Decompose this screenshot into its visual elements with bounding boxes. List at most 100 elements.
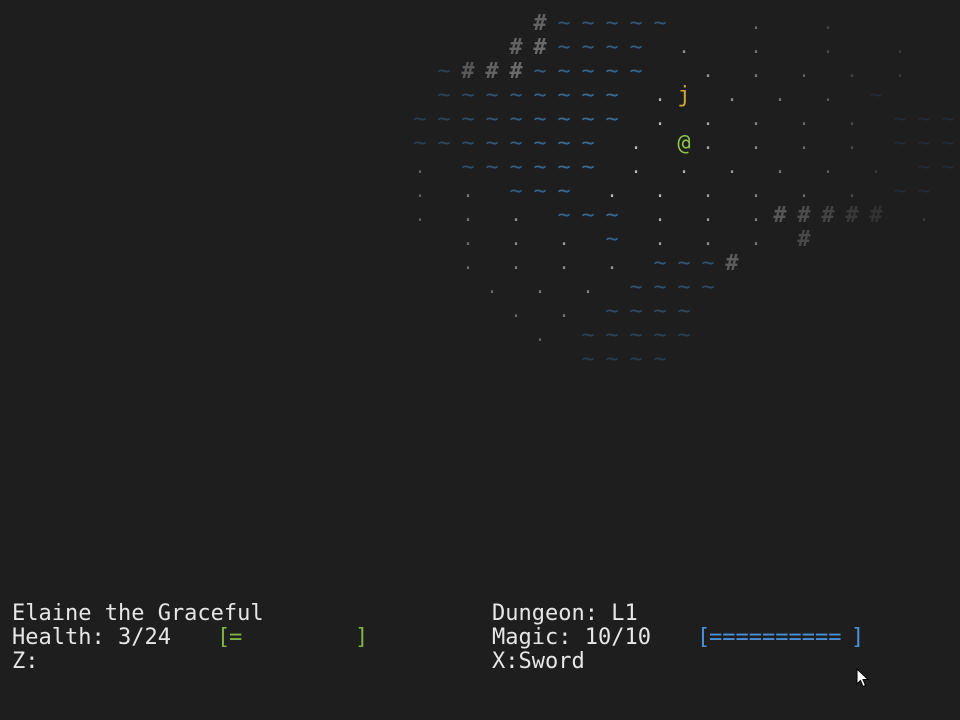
floor-tile: .	[750, 229, 762, 250]
water-tile: ~	[485, 155, 499, 180]
water-tile: ~	[581, 107, 595, 132]
water-tile: ~	[557, 35, 571, 60]
character-name: Elaine the Graceful	[12, 601, 264, 626]
player-character: @	[677, 131, 691, 156]
floor-tile: .	[414, 181, 426, 202]
water-tile: ~	[581, 11, 595, 36]
water-tile: ~	[701, 275, 715, 300]
floor-tile: .	[558, 253, 570, 274]
wall-tile: #	[845, 203, 859, 228]
floor-tile: .	[654, 109, 666, 130]
water-tile: ~	[893, 131, 907, 156]
water-tile: ~	[461, 155, 475, 180]
floor-tile: .	[654, 229, 666, 250]
water-tile: ~	[605, 203, 619, 228]
water-tile: ~	[413, 131, 427, 156]
floor-tile: .	[918, 205, 930, 226]
floor-tile: .	[726, 85, 738, 106]
floor-tile: .	[630, 133, 642, 154]
floor-tile: .	[654, 205, 666, 226]
water-tile: ~	[653, 11, 667, 36]
water-tile: ~	[437, 59, 451, 84]
floor-tile: .	[702, 205, 714, 226]
water-tile: ~	[557, 203, 571, 228]
water-tile: ~	[533, 131, 547, 156]
water-tile: ~	[461, 83, 475, 108]
water-tile: ~	[941, 107, 955, 132]
water-tile: ~	[677, 275, 691, 300]
floor-tile: .	[654, 85, 666, 106]
wall-tile: #	[821, 203, 835, 228]
floor-tile: .	[750, 181, 762, 202]
floor-tile: .	[894, 61, 906, 82]
magic-bar-close: ]	[851, 625, 865, 650]
game-screen[interactable]: # ~ ~ ~ ~ ~.. # # ~ ~ ~ ~.... ~ # # # ~ ~ ~ ~ ~..... ~ ~ ~ ~ ~ ~ ~ ~…	[0, 0, 960, 720]
x-slot-label: X:Sword	[492, 649, 585, 674]
wall-tile: #	[461, 59, 475, 84]
floor-tile: .	[510, 253, 522, 274]
floor-tile: .	[774, 157, 786, 178]
water-tile: ~	[917, 155, 931, 180]
floor-tile: .	[510, 205, 522, 226]
water-tile: ~	[557, 155, 571, 180]
floor-tile: .	[558, 229, 570, 250]
floor-tile: .	[702, 229, 714, 250]
water-tile: ~	[437, 131, 451, 156]
floor-tile: .	[510, 301, 522, 322]
water-tile: ~	[581, 155, 595, 180]
water-tile: ~	[485, 107, 499, 132]
floor-tile: .	[462, 253, 474, 274]
water-tile: ~	[677, 323, 691, 348]
floor-tile: .	[750, 13, 762, 34]
wall-tile: #	[797, 203, 811, 228]
water-tile: ~	[629, 59, 643, 84]
water-tile: ~	[653, 323, 667, 348]
floor-tile: .	[750, 109, 762, 130]
floor-tile: .	[462, 181, 474, 202]
water-tile: ~	[533, 179, 547, 204]
floor-tile: .	[750, 133, 762, 154]
floor-tile: .	[798, 61, 810, 82]
wall-tile: #	[509, 59, 523, 84]
water-tile: ~	[605, 299, 619, 324]
magic-label: Magic: 10/10	[492, 625, 651, 650]
water-tile: ~	[941, 131, 955, 156]
floor-tile: .	[462, 229, 474, 250]
water-tile: ~	[605, 227, 619, 252]
water-tile: ~	[413, 107, 427, 132]
water-tile: ~	[581, 59, 595, 84]
water-tile: ~	[557, 11, 571, 36]
water-tile: ~	[557, 83, 571, 108]
dungeon-map[interactable]: # ~ ~ ~ ~ ~.. # # ~ ~ ~ ~.... ~ # # # ~ ~ ~ ~ ~..... ~ ~ ~ ~ ~ ~ ~ ~…	[0, 0, 960, 400]
water-tile: ~	[533, 155, 547, 180]
floor-tile: .	[534, 325, 546, 346]
water-tile: ~	[533, 107, 547, 132]
wall-tile: #	[869, 203, 883, 228]
floor-tile: .	[870, 157, 882, 178]
floor-tile: .	[894, 37, 906, 58]
water-tile: ~	[485, 83, 499, 108]
wall-tile: #	[509, 35, 523, 60]
floor-tile: .	[822, 13, 834, 34]
wall-tile: #	[533, 35, 547, 60]
water-tile: ~	[677, 299, 691, 324]
water-tile: ~	[701, 251, 715, 276]
water-tile: ~	[533, 83, 547, 108]
floor-tile: .	[798, 181, 810, 202]
water-tile: ~	[629, 275, 643, 300]
floor-tile: .	[582, 277, 594, 298]
floor-tile: .	[702, 133, 714, 154]
floor-tile: .	[414, 205, 426, 226]
floor-tile: .	[630, 157, 642, 178]
floor-tile: .	[846, 109, 858, 130]
water-tile: ~	[917, 107, 931, 132]
water-tile: ~	[581, 323, 595, 348]
water-tile: ~	[485, 131, 499, 156]
water-tile: ~	[917, 179, 931, 204]
water-tile: ~	[533, 59, 547, 84]
floor-tile: .	[822, 85, 834, 106]
water-tile: ~	[893, 107, 907, 132]
water-tile: ~	[581, 35, 595, 60]
water-tile: ~	[605, 59, 619, 84]
water-tile: ~	[629, 323, 643, 348]
